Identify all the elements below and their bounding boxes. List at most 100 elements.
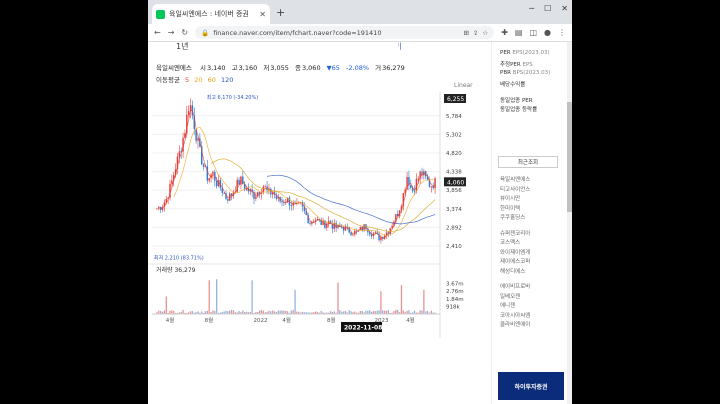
x-tick-label: 4월 xyxy=(406,316,415,324)
candle xyxy=(352,234,354,236)
recent-item[interactable]: 제이에스코퍼 xyxy=(500,257,530,265)
reload-icon[interactable]: ↻ xyxy=(181,28,188,37)
tab-close-icon[interactable]: ✕ xyxy=(259,10,266,19)
candle xyxy=(413,190,416,192)
volume-bar xyxy=(225,310,227,314)
per-eps: EPS(2023.03) xyxy=(512,50,550,56)
page-content: 1년 ᵎ| 육일씨엔에스 시3,140 고3,160 저3,055 종3,060… xyxy=(148,42,572,404)
volume-bar xyxy=(402,310,404,314)
ma-120[interactable]: 120 xyxy=(221,76,233,84)
candle xyxy=(212,171,214,175)
y-tick-label: 2,892 xyxy=(446,225,462,231)
est-per-label: 추정PER xyxy=(500,62,521,68)
recent-item[interactable]: 한미이텍 xyxy=(500,204,520,212)
url-text[interactable]: finance.naver.com/item/fchart.naver?code… xyxy=(213,29,459,37)
back-icon[interactable]: ← xyxy=(154,28,161,37)
volume-bar xyxy=(230,309,233,314)
recent-item[interactable]: 슈퍼젠코리아 xyxy=(500,229,530,237)
y-tick-label: 3,856 xyxy=(446,188,462,194)
chart-panel: 1년 ᵎ| 육일씨엔에스 시3,140 고3,160 저3,055 종3,060… xyxy=(148,42,491,404)
ad-banner[interactable]: 하이투자증권 xyxy=(498,372,564,400)
volume-tick-label: 3.67m xyxy=(446,282,464,288)
max-price-annotation: 최고 6,170 (-34.20%) xyxy=(207,94,259,101)
candle xyxy=(281,201,283,203)
volume-bar xyxy=(165,296,167,314)
recent-item[interactable]: 뷰이시만 xyxy=(500,194,520,202)
volume-bar xyxy=(279,310,281,314)
volume-bar xyxy=(242,310,244,314)
candle xyxy=(350,232,352,236)
share-icon[interactable]: ⇪ xyxy=(473,29,478,37)
volume-bar xyxy=(169,310,171,314)
naver-favicon-icon xyxy=(156,9,165,19)
x-tick-label: 4월 xyxy=(166,316,175,324)
recent-item[interactable]: 육일씨엔에스 xyxy=(500,175,530,183)
dividend-label: 배당수익률 xyxy=(500,82,526,88)
address-bar[interactable]: 🔒 finance.naver.com/item/fchart.naver?co… xyxy=(195,26,495,39)
current-price-tag: 4,060 xyxy=(447,179,464,186)
maximize-icon[interactable]: ☐ xyxy=(544,4,551,13)
period-select[interactable]: 1년 xyxy=(176,41,188,52)
candle xyxy=(434,178,436,189)
recent-item[interactable]: 코스맥스 xyxy=(500,238,520,246)
recent-item[interactable]: 와이제이엠게 xyxy=(500,248,530,256)
crosshair-date: 2022-11-08 xyxy=(344,325,382,332)
recent-item[interactable]: 쿠쿠홀딩스 xyxy=(500,213,525,221)
volume-tick-label: 918k xyxy=(446,304,460,310)
tab-title: 육일씨엔에스 : 네이버 증권 xyxy=(169,10,249,18)
recent-item[interactable]: 코아시아씨엠 xyxy=(500,311,530,319)
menu-icon[interactable]: ⋮ xyxy=(558,28,566,37)
est-eps: EPS xyxy=(522,62,533,68)
volume-bar xyxy=(395,309,397,314)
candle xyxy=(158,206,160,209)
forward-icon[interactable]: → xyxy=(168,28,175,37)
recent-item[interactable]: 에니젠 xyxy=(500,301,515,309)
candle xyxy=(344,226,347,231)
scrollbar-thumb[interactable] xyxy=(567,102,572,212)
new-tab-icon[interactable]: + xyxy=(276,6,285,19)
profile-avatar-icon[interactable]: ● xyxy=(544,28,551,37)
recent-item[interactable]: 일베오젠 xyxy=(500,292,520,300)
browser-tab[interactable]: 육일씨엔에스 : 네이버 증권 ✕ xyxy=(152,4,270,24)
volume-bar xyxy=(272,310,274,314)
candle xyxy=(178,151,181,157)
recent-item[interactable]: 티고사이언스 xyxy=(500,185,530,193)
extensions-icon[interactable]: ✚ xyxy=(501,28,508,37)
volume-bar xyxy=(290,310,292,314)
close-window-icon[interactable]: ✕ xyxy=(561,4,568,13)
ma-20[interactable]: 20 xyxy=(194,76,202,84)
window-controls: ─ ☐ ✕ xyxy=(529,4,568,13)
change-percent: -2.08% xyxy=(346,64,370,72)
stock-chart[interactable]: 최고 6,170 (-34.20%) 최저 2,210 (83.71%) 5,7… xyxy=(148,88,491,392)
recent-item[interactable]: 클라비엔에이 xyxy=(500,320,530,328)
sidepanel-icon[interactable]: ◫ xyxy=(529,28,537,37)
same-industry-per: 동일업종 PER xyxy=(500,98,533,104)
scrollbar[interactable] xyxy=(567,42,572,404)
recent-item[interactable]: 해성디에스 xyxy=(500,267,525,275)
x-tick-label: 2022 xyxy=(254,318,268,324)
y-tick-label: 5,302 xyxy=(446,132,462,138)
volume-value: 36,279 xyxy=(382,64,405,72)
candle xyxy=(215,180,218,187)
volume-bar xyxy=(262,310,264,314)
candle xyxy=(242,176,244,185)
min-price-annotation: 최저 2,210 (83.71%) xyxy=(154,255,204,262)
ma-60[interactable]: 60 xyxy=(208,76,216,84)
recent-item[interactable]: 에이비프로바 xyxy=(500,282,530,290)
stock-name: 육일씨엔에스 xyxy=(156,64,192,72)
recent-views-tab[interactable]: 최근조회 xyxy=(498,156,558,168)
bookmark-star-icon[interactable]: ☆ xyxy=(482,29,488,37)
volume-bar xyxy=(413,310,416,314)
reading-list-icon[interactable]: ▤ xyxy=(515,28,523,37)
volume-bar xyxy=(348,310,350,314)
translate-icon[interactable]: ⊞ xyxy=(463,29,468,37)
high-price-tag: 6,255 xyxy=(447,96,464,103)
minimize-icon[interactable]: ─ xyxy=(529,4,534,13)
volume-bar xyxy=(376,310,378,314)
y-tick-label: 4,820 xyxy=(446,151,462,157)
candle xyxy=(264,186,266,188)
volume-title: 거래량 36,279 xyxy=(156,266,196,274)
ma-5[interactable]: 5 xyxy=(185,76,189,84)
browser-window: 육일씨엔에스 : 네이버 증권 ✕ + ─ ☐ ✕ ← → ↻ 🔒 financ… xyxy=(148,0,572,404)
candle xyxy=(156,208,158,210)
